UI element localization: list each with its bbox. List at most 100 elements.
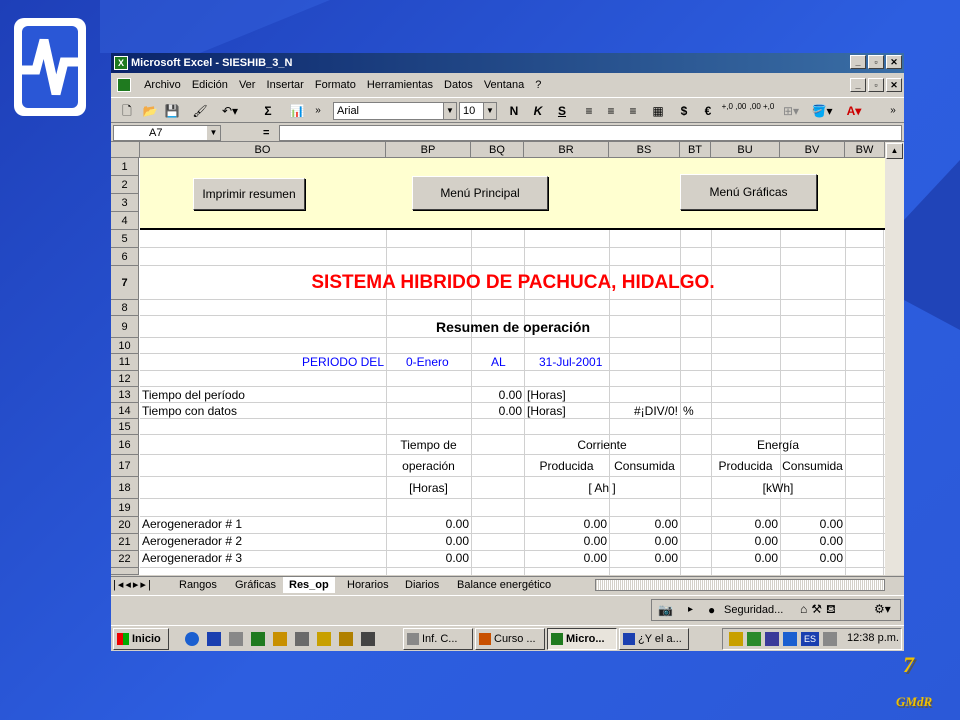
col-header-br[interactable]: BR	[524, 142, 609, 158]
toolbar-more-icon[interactable]: »	[311, 102, 325, 120]
new-file-icon[interactable]: 🗋	[119, 102, 135, 120]
col-header-bq[interactable]: BQ	[471, 142, 524, 158]
bold-button[interactable]: N	[507, 102, 521, 120]
euro-button[interactable]: €	[701, 102, 715, 120]
menu-ventana[interactable]: Ventana	[484, 79, 524, 91]
menu-datos[interactable]: Datos	[444, 79, 473, 91]
decrease-decimal-button[interactable]: ,00 +,0	[749, 102, 775, 120]
menu-herramientas[interactable]: Herramientas	[367, 79, 433, 91]
open-folder-icon[interactable]: 📂	[141, 102, 159, 120]
font-dropdown-icon[interactable]: ▼	[443, 103, 456, 119]
col-header-bo[interactable]: BO	[140, 142, 386, 158]
row-header-6[interactable]: 6	[111, 248, 139, 266]
vertical-scrollbar[interactable]: ▲	[885, 142, 904, 575]
row-header-19[interactable]: 19	[111, 499, 139, 517]
col-header-bv[interactable]: BV	[780, 142, 845, 158]
tray-icon-4[interactable]	[783, 632, 797, 646]
row-header-11[interactable]: 11	[111, 354, 139, 371]
toolbar-more-icon-2[interactable]: »	[887, 102, 899, 120]
font-color-icon[interactable]: A▾	[841, 102, 867, 120]
spreadsheet-grid[interactable]: BO BP BQ BR BS BT BU BV BW 1 2 3 4 5 6 7…	[111, 142, 904, 575]
underline-button[interactable]: S	[555, 102, 569, 120]
tab-horarios[interactable]: Horarios	[341, 577, 395, 593]
explorer-icon[interactable]	[229, 632, 243, 646]
row-header-17[interactable]: 17	[111, 455, 139, 477]
row-header-23[interactable]	[111, 568, 139, 575]
undo-icon[interactable]: ↶▾	[219, 102, 241, 120]
options-icon[interactable]: ⚙▾	[874, 602, 891, 616]
task-y-el-a[interactable]: ¿Y el a...	[619, 628, 689, 650]
clock[interactable]: 12:38 p.m.	[847, 632, 899, 644]
doc-minimize-button[interactable]: _	[850, 78, 866, 92]
task-inf-c[interactable]: Inf. C...	[403, 628, 473, 650]
tray-icon-1[interactable]	[729, 632, 743, 646]
minimize-button[interactable]: _	[850, 55, 866, 69]
col-header-bu[interactable]: BU	[711, 142, 780, 158]
align-right-icon[interactable]: ≡	[625, 102, 641, 120]
app-icon[interactable]	[295, 632, 309, 646]
menu-edicion[interactable]: Edición	[192, 79, 228, 91]
menu-ver[interactable]: Ver	[239, 79, 256, 91]
name-box-dropdown-icon[interactable]: ▼	[207, 126, 220, 140]
autosum-icon[interactable]: Σ	[261, 102, 275, 120]
scroll-up-icon[interactable]: ▲	[886, 143, 903, 159]
format-painter-icon[interactable]: 🖌	[191, 102, 209, 120]
fill-color-icon[interactable]: 🪣▾	[809, 102, 835, 120]
horizontal-scrollbar[interactable]	[595, 579, 885, 591]
menu-formato[interactable]: Formato	[315, 79, 356, 91]
row-header-20[interactable]: 20	[111, 517, 139, 534]
app-icon-2[interactable]	[317, 632, 331, 646]
language-indicator[interactable]: ES	[801, 632, 819, 646]
security-button[interactable]: Seguridad...	[724, 604, 783, 616]
tools-icon[interactable]: ⌂⚒⛾	[800, 602, 840, 618]
play-icon[interactable]: ▸	[688, 604, 693, 615]
close-button[interactable]: ✕	[886, 55, 902, 69]
camera-icon[interactable]: 📷	[658, 603, 673, 617]
app-icon-3[interactable]	[361, 632, 375, 646]
font-select[interactable]: Arial ▼	[333, 102, 457, 120]
tab-graficas[interactable]: Gráficas	[229, 577, 282, 593]
borders-icon[interactable]: ⊞▾	[779, 102, 803, 120]
col-header-bp[interactable]: BP	[386, 142, 471, 158]
menu-archivo[interactable]: Archivo	[144, 79, 181, 91]
formula-equals[interactable]: =	[263, 125, 269, 141]
tab-balance[interactable]: Balance energético	[451, 577, 557, 593]
row-header-16[interactable]: 16	[111, 435, 139, 455]
currency-button[interactable]: $	[677, 102, 691, 120]
formula-input[interactable]	[279, 125, 902, 141]
row-header-22[interactable]: 22	[111, 551, 139, 568]
italic-button[interactable]: K	[531, 102, 545, 120]
network-icon[interactable]	[823, 632, 837, 646]
align-left-icon[interactable]: ≡	[581, 102, 597, 120]
merge-center-icon[interactable]: ▦	[649, 102, 667, 120]
row-header-8[interactable]: 8	[111, 300, 139, 316]
tab-diarios[interactable]: Diarios	[399, 577, 445, 593]
row-header-12[interactable]: 12	[111, 371, 139, 387]
task-curso[interactable]: Curso ...	[475, 628, 545, 650]
maximize-button[interactable]: ▫	[868, 55, 884, 69]
tray-icon-3[interactable]	[765, 632, 779, 646]
row-header-1[interactable]: 1	[111, 158, 139, 176]
row-header-2[interactable]: 2	[111, 176, 139, 194]
start-button[interactable]: Inicio	[113, 628, 169, 650]
charts-menu-button[interactable]: Menú Gráficas	[680, 174, 817, 210]
record-icon[interactable]: ●	[708, 603, 715, 617]
task-microsoft-excel[interactable]: Micro...	[547, 628, 617, 650]
increase-decimal-button[interactable]: +,0 ,00	[721, 102, 747, 120]
row-header-13[interactable]: 13	[111, 387, 139, 403]
powerpoint-icon[interactable]	[273, 632, 287, 646]
doc-maximize-button[interactable]: ▫	[868, 78, 884, 92]
chart-wizard-icon[interactable]: 📊	[287, 102, 307, 120]
align-center-icon[interactable]: ≡	[603, 102, 619, 120]
print-summary-button[interactable]: Imprimir resumen	[193, 178, 305, 210]
word-icon[interactable]	[207, 632, 221, 646]
save-icon[interactable]: 💾	[163, 102, 181, 120]
doc-close-button[interactable]: ✕	[886, 78, 902, 92]
select-all-corner[interactable]	[111, 142, 140, 158]
col-header-bw[interactable]: BW	[845, 142, 885, 158]
size-select[interactable]: 10 ▼	[459, 102, 497, 120]
row-header-3[interactable]: 3	[111, 194, 139, 212]
row-header-10[interactable]: 10	[111, 338, 139, 354]
col-header-bt[interactable]: BT	[680, 142, 711, 158]
tray-icon-2[interactable]	[747, 632, 761, 646]
